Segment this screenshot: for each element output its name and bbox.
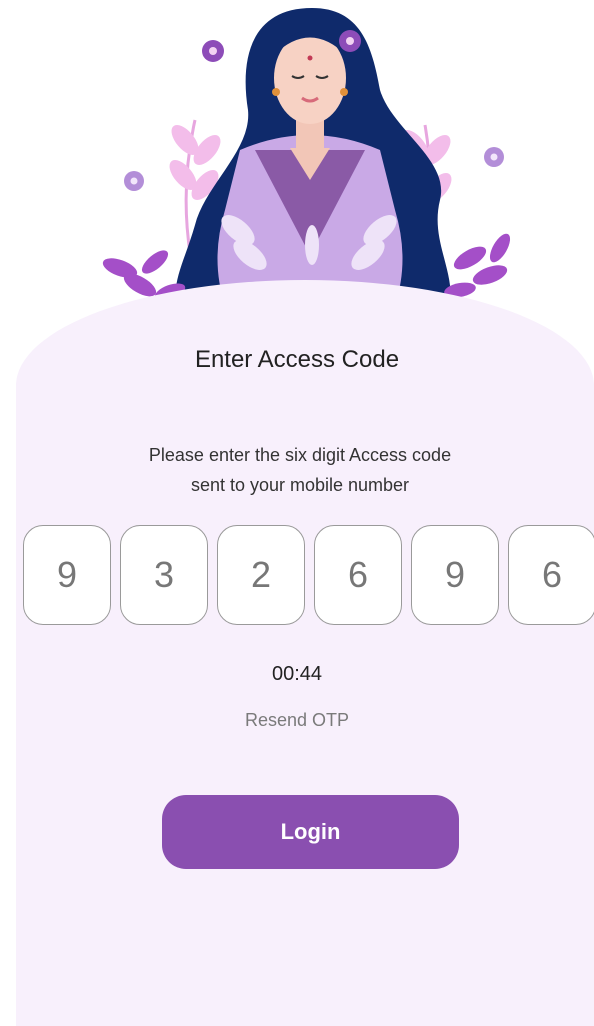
flower-icon: [484, 147, 504, 167]
instruction-text: Please enter the six digit Access code s…: [148, 445, 452, 495]
otp-digit-2[interactable]: 3: [120, 525, 208, 625]
countdown-timer: 00:44: [271, 663, 323, 685]
page-title: Enter Access Code: [194, 346, 400, 373]
access-code-card: [16, 280, 594, 1026]
flower-icon: [124, 171, 144, 191]
otp-digit-6[interactable]: 6: [508, 525, 594, 625]
login-button[interactable]: Login: [162, 795, 459, 869]
otp-digit-1[interactable]: 9: [23, 525, 111, 625]
otp-digit-5[interactable]: 9: [411, 525, 499, 625]
resend-otp-link[interactable]: Resend OTP: [0, 710, 594, 731]
otp-digit-4[interactable]: 6: [314, 525, 402, 625]
otp-input-group: 9 3 2 6 9 6: [22, 524, 594, 630]
flower-icon: [339, 30, 361, 52]
flower-icon: [202, 40, 224, 62]
otp-digit-3[interactable]: 2: [217, 525, 305, 625]
right-purple-foliage-icon: [444, 233, 511, 298]
